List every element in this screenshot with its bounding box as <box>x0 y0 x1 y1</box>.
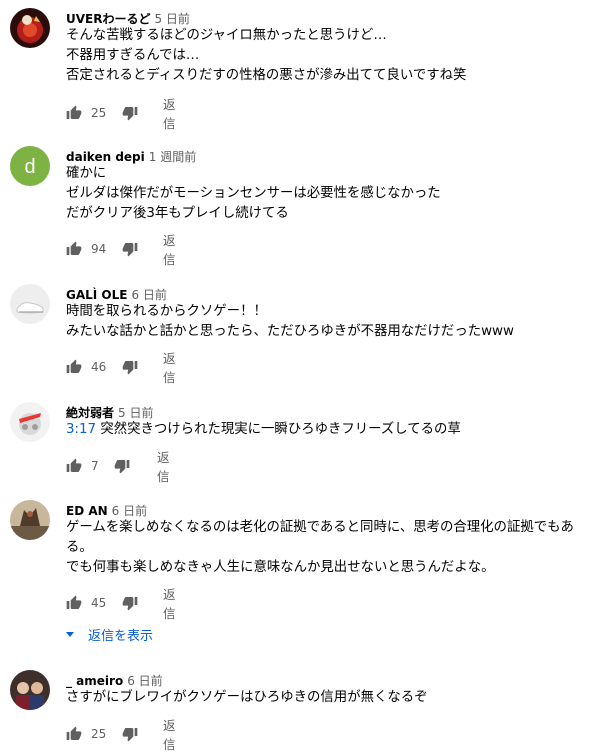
like-count: 46 <box>91 360 107 374</box>
reply-button[interactable]: 返信 <box>163 233 176 267</box>
comment-text-segment: 突然突きつけられた現実に一瞬ひろゆきフリーズしてるの草 <box>96 422 461 437</box>
reply-button[interactable]: 返信 <box>157 450 170 484</box>
dislike-button[interactable] <box>122 724 138 744</box>
comment-text-line: そんな苦戦するほどのジャイロ無かったと思うけど… <box>66 28 387 43</box>
like-count: 25 <box>91 727 107 741</box>
show-replies-button[interactable]: 返信を表示 <box>66 625 154 644</box>
like-icon <box>66 726 82 740</box>
comment-author[interactable]: 絶対弱者 <box>66 406 114 420</box>
dislike-button[interactable] <box>122 239 138 259</box>
like-icon <box>66 595 82 609</box>
comment-header: 絶対弱者 5 日前 <box>66 402 153 420</box>
dislike-button[interactable] <box>122 357 138 377</box>
comment-text-line: ゲームを楽しめなくなるのは老化の証拠であると同時に、思考の合理化の証拠でもあ <box>66 520 574 535</box>
reply-label: 返信 <box>157 450 170 484</box>
avatar[interactable] <box>10 402 50 442</box>
comment-text: 3:17 突然突きつけられた現実に一瞬ひろゆきフリーズしてるの草 <box>66 420 461 440</box>
like-count: 25 <box>91 106 107 120</box>
comment-author[interactable]: UVERわーるど <box>66 12 150 26</box>
like-icon <box>66 458 82 472</box>
reply-button[interactable]: 返信 <box>163 587 176 621</box>
reply-label: 返信 <box>163 97 176 131</box>
avatar[interactable] <box>10 8 50 48</box>
comment-text-line: だがクリア後3年もプレイし続けてる <box>66 206 289 221</box>
reply-button[interactable]: 返信 <box>163 97 176 131</box>
comment-text-line: る。 <box>66 540 93 555</box>
comment-text-line: 3:17 突然突きつけられた現実に一瞬ひろゆきフリーズしてるの草 <box>66 420 461 440</box>
comment-header: GALÌ OLE 6 日前 <box>66 284 167 302</box>
dislike-icon <box>122 243 138 257</box>
show-replies-label: 返信を表示 <box>88 628 154 644</box>
comment-text-line: さすがにブレワイがクソゲーはひろゆきの信用が無くなるぞ <box>66 690 428 705</box>
comment-time[interactable]: 1 週間前 <box>149 150 196 164</box>
comment-header: UVERわーるど 5 日前 <box>66 8 190 26</box>
chevron-down-icon <box>66 631 74 637</box>
comment-author[interactable]: daiken depi <box>66 150 145 164</box>
comment-text-line: 否定されるとディスりだすの性格の悪さが滲み出てて良いですね笑 <box>66 68 467 83</box>
like-button[interactable]: 7 <box>66 456 99 476</box>
comment-time[interactable]: 6 日前 <box>131 288 166 302</box>
comment-header: _ ameiro 6 日前 <box>66 670 163 688</box>
like-icon <box>66 241 82 255</box>
dislike-icon <box>122 728 138 742</box>
dislike-icon <box>114 460 130 474</box>
comment-text: ゲームを楽しめなくなるのは老化の証拠であると同時に、思考の合理化の証拠でもあ る… <box>66 518 574 578</box>
like-icon <box>66 359 82 373</box>
like-button[interactable]: 94 <box>66 239 106 259</box>
comment-text-line: 確かに <box>66 166 107 181</box>
comment-text-line: でも何事も楽しめなきゃ人生に意味なんか見出せないと思うんだよな。 <box>66 560 495 575</box>
comment-text-line: ゼルダは傑作だがモーションセンサーは必要性を感じなかった <box>66 186 441 201</box>
like-icon <box>66 105 82 119</box>
comment-time[interactable]: 5 日前 <box>118 406 153 420</box>
comment-text: 時間を取られるからクソゲー！！ みたいな話かと話かと思ったら、ただひろゆきが不器… <box>66 302 514 342</box>
dislike-button[interactable] <box>122 103 138 123</box>
comment-time[interactable]: 6 日前 <box>112 504 147 518</box>
comment-author[interactable]: GALÌ OLE <box>66 288 127 302</box>
dislike-icon <box>122 107 138 121</box>
reply-label: 返信 <box>163 718 176 752</box>
reply-button[interactable]: 返信 <box>163 351 176 385</box>
like-count: 45 <box>91 596 107 610</box>
avatar[interactable] <box>10 670 50 710</box>
comment-text: そんな苦戦するほどのジャイロ無かったと思うけど… 不器用すぎるんでは… 否定され… <box>66 26 466 86</box>
dislike-icon <box>122 361 138 375</box>
like-button[interactable]: 46 <box>66 357 106 377</box>
avatar[interactable] <box>10 284 50 324</box>
avatar[interactable] <box>10 500 50 540</box>
comment-text: さすがにブレワイがクソゲーはひろゆきの信用が無くなるぞ <box>66 688 428 708</box>
comment-author[interactable]: ED AN <box>66 504 108 518</box>
like-button[interactable]: 25 <box>66 103 106 123</box>
like-button[interactable]: 25 <box>66 724 106 744</box>
comment-text-line: 不器用すぎるんでは… <box>66 48 200 63</box>
like-count: 94 <box>91 242 107 256</box>
dislike-button[interactable] <box>122 593 138 613</box>
comment-header: ED AN 6 日前 <box>66 500 147 518</box>
like-button[interactable]: 45 <box>66 593 106 613</box>
like-count: 7 <box>91 459 99 473</box>
dislike-button[interactable] <box>114 456 130 476</box>
avatar-letter: d <box>24 156 35 178</box>
comment-time[interactable]: 5 日前 <box>154 12 189 26</box>
comment-time[interactable]: 6 日前 <box>127 674 162 688</box>
reply-button[interactable]: 返信 <box>163 718 176 752</box>
comment-header: daiken depi 1 週間前 <box>66 146 196 164</box>
comment-text-line: 時間を取られるからクソゲー！！ <box>66 304 267 319</box>
reply-label: 返信 <box>163 233 176 267</box>
avatar[interactable]: d <box>10 146 50 186</box>
comment-text: 確かに ゼルダは傑作だがモーションセンサーは必要性を感じなかった だがクリア後3… <box>66 164 441 224</box>
comment-author[interactable]: _ ameiro <box>66 674 123 688</box>
dislike-icon <box>122 597 138 611</box>
timestamp-link[interactable]: 3:17 <box>66 422 96 437</box>
comment-text-line: みたいな話かと話かと思ったら、ただひろゆきが不器用なだけだったwww <box>66 324 514 339</box>
reply-label: 返信 <box>163 351 176 385</box>
reply-label: 返信 <box>163 587 176 621</box>
